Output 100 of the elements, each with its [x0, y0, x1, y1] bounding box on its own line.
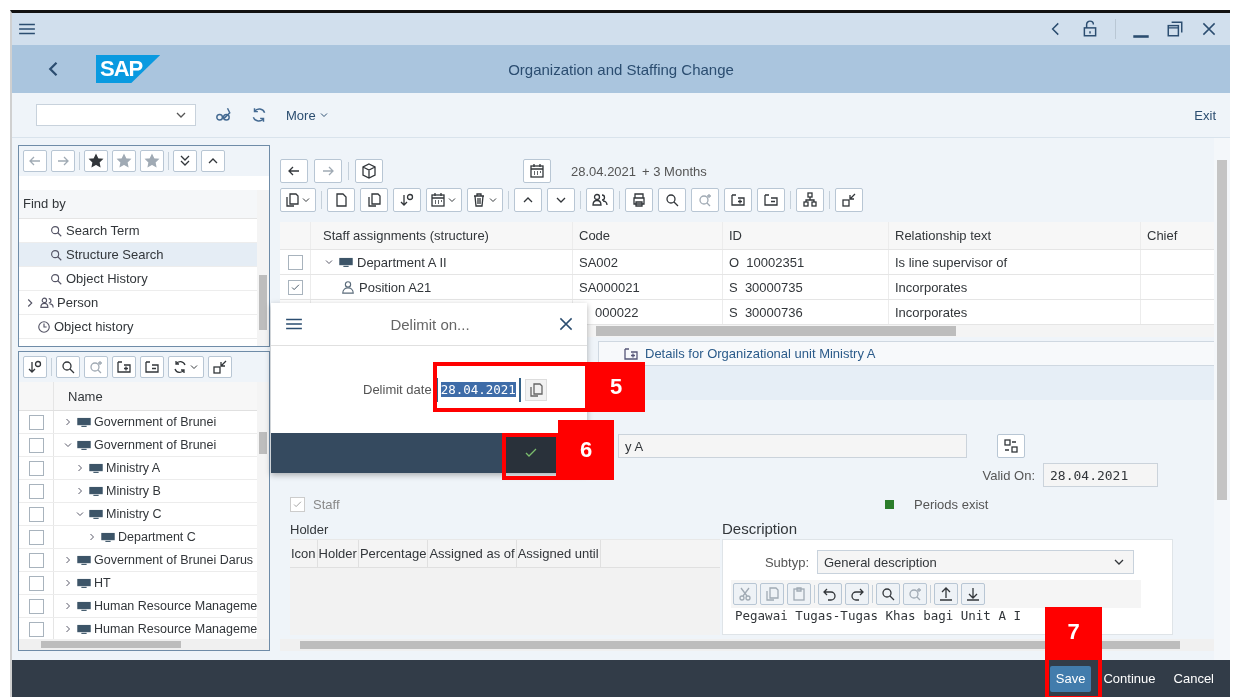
checkbox[interactable] — [287, 279, 303, 295]
footer-button[interactable]: Continue — [1097, 665, 1162, 692]
scrollbar[interactable] — [19, 639, 269, 650]
calendar-button[interactable] — [426, 188, 462, 212]
field-label: Valid On: — [982, 467, 1035, 483]
copy-button[interactable] — [524, 378, 547, 401]
sort-button[interactable] — [393, 188, 421, 212]
list-item[interactable]: Person — [19, 291, 257, 315]
exit-button[interactable]: Exit — [1194, 107, 1216, 123]
paste-button[interactable] — [787, 583, 811, 605]
date-field[interactable]: 28.04.2021 — [1043, 463, 1158, 487]
checkbox[interactable] — [28, 506, 44, 522]
dropdown-field[interactable] — [36, 104, 196, 126]
section-title: Holder — [290, 521, 330, 539]
star-button[interactable] — [112, 150, 136, 172]
checkbox[interactable] — [28, 414, 44, 430]
refresh-button[interactable] — [168, 356, 204, 378]
more-menu[interactable]: More — [286, 107, 330, 123]
star-button[interactable] — [140, 150, 164, 172]
scrollbar[interactable] — [257, 382, 269, 639]
table-cell: Department A II — [357, 254, 447, 270]
upload-button[interactable] — [934, 583, 958, 605]
arrow-right-button[interactable] — [314, 159, 342, 183]
expand-button[interactable] — [112, 356, 136, 378]
compress-button[interactable] — [835, 188, 863, 212]
section-header[interactable]: Details for Organizational unit Ministry A — [598, 341, 1215, 366]
sort-button[interactable] — [23, 356, 47, 378]
arrow-right-button[interactable] — [51, 150, 75, 172]
search-button[interactable] — [658, 188, 686, 212]
checkbox[interactable] — [28, 437, 44, 453]
period-text: + 3 Months — [642, 163, 707, 179]
subtype-dropdown[interactable]: General description — [817, 550, 1134, 574]
undo-button[interactable] — [818, 583, 842, 605]
scrollbar[interactable] — [1214, 138, 1230, 660]
tree-item[interactable]: Department C — [118, 530, 196, 544]
expand-icon — [623, 345, 639, 362]
list-item[interactable]: Structure Search — [19, 243, 257, 267]
compress-icon — [212, 359, 228, 375]
expand-button[interactable] — [724, 188, 752, 212]
org-unit-icon — [89, 484, 103, 498]
search-button[interactable] — [876, 583, 900, 605]
redo-button[interactable] — [845, 583, 869, 605]
refresh-icon — [172, 359, 188, 375]
copy-button[interactable] — [280, 188, 316, 212]
tree-item[interactable]: Government of Brunei Darus — [94, 553, 254, 567]
tree-item[interactable]: Government of Brunei — [94, 438, 217, 452]
checkbox[interactable] — [28, 483, 44, 499]
swap-button[interactable] — [997, 434, 1025, 458]
cut-button[interactable] — [733, 583, 757, 605]
delete-button[interactable] — [467, 188, 503, 212]
collapse-button[interactable] — [140, 356, 164, 378]
star-button[interactable] — [84, 150, 108, 172]
compress-button[interactable] — [208, 356, 232, 378]
checkbox[interactable] — [28, 552, 44, 568]
move-down-button[interactable] — [547, 188, 575, 212]
tree-item[interactable]: Ministry A — [106, 461, 161, 475]
org-unit-icon — [89, 461, 103, 475]
checkbox[interactable] — [28, 575, 44, 591]
status-text: Periods exist — [914, 496, 990, 512]
footer-button[interactable]: Cancel — [1167, 665, 1220, 692]
search-button[interactable] — [56, 356, 80, 378]
checkbox[interactable] — [28, 460, 44, 476]
tree-item[interactable]: Ministry C — [106, 507, 162, 521]
tree-item[interactable]: Government of Brunei — [94, 415, 217, 429]
list-item[interactable]: Object History — [19, 267, 257, 291]
tree-item[interactable]: HT — [94, 576, 111, 590]
checkbox[interactable] — [287, 254, 303, 270]
arrow-left-button[interactable] — [280, 159, 308, 183]
undo-icon — [822, 586, 838, 602]
list-item[interactable]: Object history — [19, 315, 257, 339]
checkbox[interactable] — [28, 529, 44, 545]
double-chevron-button[interactable] — [173, 150, 197, 172]
hierarchy-button[interactable] — [796, 188, 824, 212]
calendar-button[interactable] — [523, 159, 551, 183]
star-icon — [116, 153, 132, 169]
tree-item[interactable]: Human Resource Manageme — [94, 599, 257, 613]
scrollbar[interactable] — [257, 190, 269, 346]
people-button[interactable] — [586, 188, 614, 212]
scrollbar[interactable] — [280, 639, 1214, 651]
document-button[interactable] — [327, 188, 355, 212]
text-editor[interactable]: Pegawai Tugas-Tugas Khas bagi Unit A I — [731, 602, 1025, 629]
upload-icon — [938, 586, 954, 602]
lock-icon — [1081, 20, 1099, 38]
cube-button[interactable] — [355, 159, 383, 183]
download-button[interactable] — [961, 583, 985, 605]
copy-button[interactable] — [360, 188, 388, 212]
collapse-button[interactable] — [757, 188, 785, 212]
tree-item[interactable]: Ministry B — [106, 484, 161, 498]
zoom-in-button[interactable] — [691, 188, 719, 212]
name-field[interactable]: y A — [618, 434, 967, 458]
step-number: 7 — [1045, 607, 1102, 657]
tree-item[interactable]: Human Resource Manageme — [94, 622, 257, 636]
print-button[interactable] — [625, 188, 653, 212]
move-up-button[interactable] — [514, 188, 542, 212]
footer-button[interactable]: Save — [1049, 665, 1092, 692]
checkbox[interactable] — [28, 598, 44, 614]
close-button[interactable] — [557, 315, 575, 333]
search-icon — [49, 271, 63, 286]
column-header: Icon — [290, 540, 318, 567]
checkbox[interactable] — [28, 621, 44, 637]
